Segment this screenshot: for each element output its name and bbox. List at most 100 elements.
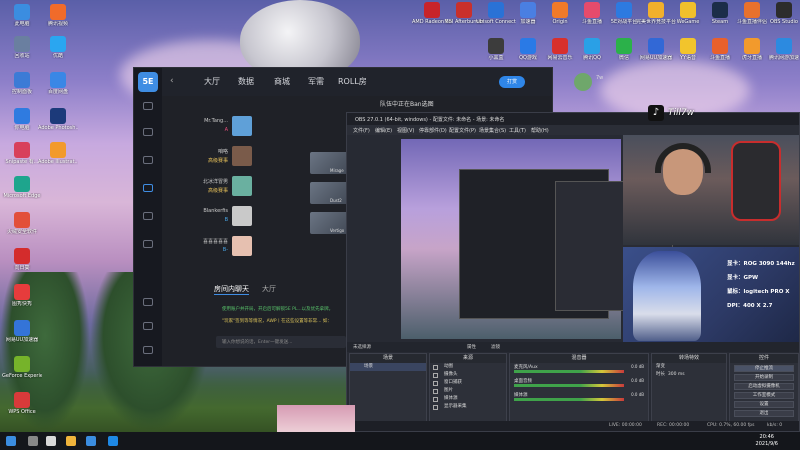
player-slot[interactable]: 北冰洋冒男 高级赛事 [192,176,252,196]
menu-edit[interactable]: 编辑(E) [375,127,392,134]
source-item[interactable]: 显示器采集 [430,403,506,411]
5e-logo[interactable]: 5E [138,72,158,92]
source-item[interactable]: 窗口捕获 [430,379,506,387]
menu-tools[interactable]: 工具(T) [509,127,526,134]
source-item[interactable]: 图片 [430,387,506,395]
properties-button[interactable]: 属性 [467,344,476,350]
mixer-channel[interactable]: 媒体源 0.0 dB [510,391,648,405]
obs-window[interactable]: OBS 27.0.1 (64-bit, windows) - 配置文件: 未命名… [346,112,800,432]
control-button[interactable]: 停止推流 [734,365,794,372]
desktop-icon[interactable]: Snipaste 有... [2,142,42,165]
nav-shop[interactable]: 商城 [274,76,290,87]
desktop-icon[interactable]: 此电脑 [2,4,42,27]
source-item[interactable]: 媒体源 [430,395,506,403]
desktop-icon[interactable]: 图秀快秀 [2,284,42,307]
visibility-icon[interactable] [433,405,438,410]
filters-button[interactable]: 滤镜 [491,344,500,350]
mixer-channel[interactable]: 麦克风/Aux 0.0 dB [510,363,648,377]
cart-icon[interactable] [143,128,153,136]
visibility-icon[interactable] [433,397,438,402]
desktop-icon[interactable]: OBS Studio [764,2,800,25]
person-icon[interactable] [143,240,153,248]
mixer-channel[interactable]: 桌面音频 0.0 dB [510,377,648,391]
desktop-icon-label: 图秀快秀 [11,301,32,307]
visibility-icon[interactable] [433,389,438,394]
wifi-icon[interactable] [143,212,153,220]
desktop-icon[interactable]: 火绒安全软件 [2,212,42,235]
app-icon [50,108,66,124]
control-button[interactable]: 设置 [734,401,794,408]
taskbar-icon[interactable] [46,436,56,446]
desktop-icon[interactable]: 优酷 [38,36,78,59]
tip-button[interactable]: 打赏 [499,76,525,88]
desktop-icon[interactable]: 控制面板 [2,72,42,95]
menu-view[interactable]: 视图(V) [397,127,414,134]
volume-meter[interactable] [514,370,624,373]
taskbar-icon[interactable] [28,436,38,446]
taskbar-icon[interactable] [66,436,76,446]
taskbar-icon[interactable] [108,436,118,446]
desktop-icon[interactable]: Adobe Photosh... [38,108,78,131]
stats-icon[interactable] [143,156,153,164]
source-item[interactable]: 动图 [430,363,506,371]
visibility-icon[interactable] [433,381,438,386]
taskbar-icon[interactable] [6,436,16,446]
control-button[interactable]: 工作室模式 [734,392,794,399]
nav-supply[interactable]: 军需 [308,76,324,87]
nav-lobby[interactable]: 大厅 [204,76,220,87]
source-item[interactable]: 摄像头 [430,371,506,379]
menu-docks[interactable]: 停靠部件(D) [419,127,447,134]
desktop-icon-label: 火绒安全软件 [6,229,37,235]
visibility-icon[interactable] [433,373,438,378]
desktop-icon[interactable]: 你电脑 [2,108,42,131]
lobby-icon[interactable] [143,184,153,192]
bitrate: kb/s: 0 [767,423,783,428]
desktop-icon[interactable]: Adobe Illustrat... [38,142,78,165]
player-avatar [232,176,252,196]
obs-preview[interactable] [401,139,673,339]
user-avatar[interactable] [574,73,592,91]
volume-meter[interactable] [514,398,624,401]
taskbar: 20:46 2021/9/6 [0,432,800,450]
desktop-icon[interactable]: Microsoft Edge [2,176,42,199]
menu-file[interactable]: 文件(F) [353,127,370,134]
chat-input[interactable]: 输入你想说的话，Enter一键发送... [216,336,346,348]
transition-select[interactable]: 渐变 [652,363,726,371]
tiktok-username: Till7w [668,108,695,118]
menu-profile[interactable]: 配置文件(P) [449,127,476,134]
desktop-icon[interactable]: 向日葵 [2,248,42,271]
visibility-icon[interactable] [433,365,438,370]
desktop-icon[interactable]: 百度网盘 [38,72,78,95]
player-rank: 高级赛事 [207,188,228,194]
menu-scene-collection[interactable]: 场景集合(S) [479,127,506,134]
player-slot[interactable]: 咱咯 高级赛事 [192,146,252,166]
nav-data[interactable]: 数据 [238,76,254,87]
player-slot[interactable]: Blankerfis B [192,206,252,226]
chat-line: 使用账户并开局，开启后可解锁5E PL...以及优先拿牌。 [222,307,334,312]
control-button[interactable]: 启动虚拟摄像机 [734,383,794,390]
settings-icon[interactable] [143,322,153,330]
back-arrow-icon[interactable]: ‹ [170,76,174,86]
nav-roll[interactable]: ROLL房 [338,76,367,87]
menu-help[interactable]: 帮助(H) [531,127,549,134]
control-button[interactable]: 退出 [734,410,794,417]
clock[interactable]: 20:46 2021/9/6 [756,434,778,448]
tab-room-chat[interactable]: 房间内聊天 [214,284,249,295]
taskbar-icon[interactable] [86,436,96,446]
volume-meter[interactable] [514,384,624,387]
search-icon[interactable] [143,298,153,306]
desktop-icon[interactable]: 回收站 [2,36,42,59]
desktop-icon[interactable]: GeForce Experience [2,356,42,379]
player-slot[interactable]: 喜喜喜喜喜 B- [192,236,252,256]
shield-icon[interactable] [143,102,153,110]
desktop-icon[interactable]: 腾讯视频 [38,4,78,27]
scene-item[interactable]: 场景 [350,363,426,371]
desktop-icon[interactable]: WPS Office [2,392,42,415]
menu-icon[interactable] [143,346,153,354]
desktop-icon[interactable]: 腾讯网游加速 [764,38,800,61]
control-button[interactable]: 开始录制 [734,374,794,381]
desktop-icon[interactable]: 网易UU加速器 [2,320,42,343]
tab-lobby-chat[interactable]: 大厅 [262,284,276,294]
player-slot[interactable]: Mr.Tang... A [192,116,252,136]
duration-value[interactable]: 300 ms [668,372,685,377]
